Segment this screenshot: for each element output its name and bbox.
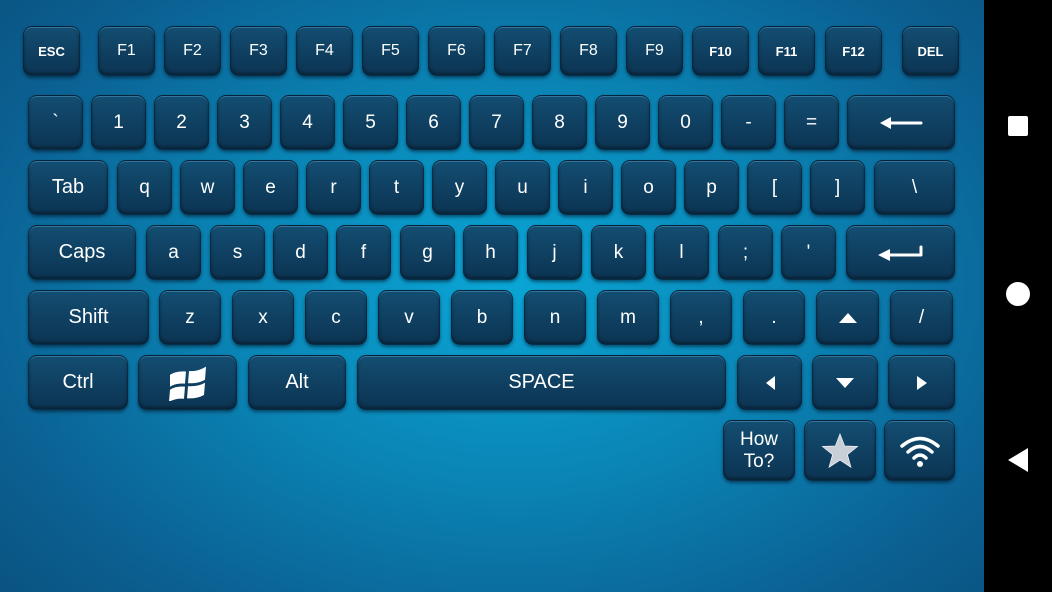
key-right-bracket[interactable]: ] [810,160,865,215]
back-button[interactable] [984,432,1052,492]
key-tab[interactable]: Tab [28,160,108,215]
key-arrow-up[interactable] [816,290,879,345]
key-f[interactable]: f [336,225,391,280]
star-icon [821,432,859,469]
recents-button[interactable] [984,98,1052,158]
key-f11[interactable]: F11 [758,26,815,76]
key-quote[interactable]: ' [781,225,836,280]
key-a[interactable]: a [146,225,201,280]
how-to-button[interactable]: How To? [723,420,795,481]
key-2[interactable]: 2 [154,95,209,150]
key-alt[interactable]: Alt [248,355,346,410]
key-5[interactable]: 5 [343,95,398,150]
key-backtick[interactable]: ` [28,95,83,150]
key-ctrl[interactable]: Ctrl [28,355,128,410]
key-u[interactable]: u [495,160,550,215]
key-f3[interactable]: F3 [230,26,287,76]
key-8[interactable]: 8 [532,95,587,150]
key-x[interactable]: x [232,290,294,345]
key-v[interactable]: v [378,290,440,345]
arrow-up-icon [838,312,858,324]
key-f8[interactable]: F8 [560,26,617,76]
key-0[interactable]: 0 [658,95,713,150]
key-caps[interactable]: Caps [28,225,136,280]
key-6[interactable]: 6 [406,95,461,150]
key-e[interactable]: e [243,160,298,215]
key-space[interactable]: SPACE [357,355,726,410]
key-h[interactable]: h [463,225,518,280]
key-c[interactable]: c [305,290,367,345]
back-triangle-icon [1007,447,1029,478]
arrow-down-icon [835,377,855,389]
key-arrow-right[interactable] [888,355,955,410]
favorites-button[interactable] [804,420,876,481]
windows-logo-icon [168,365,208,401]
key-f4[interactable]: F4 [296,26,353,76]
key-g[interactable]: g [400,225,455,280]
arrow-right-icon [916,375,928,391]
key-w[interactable]: w [180,160,235,215]
home-circle-icon [1005,281,1031,312]
key-f9[interactable]: F9 [626,26,683,76]
wifi-icon [899,434,941,468]
key-b[interactable]: b [451,290,513,345]
key-left-bracket[interactable]: [ [747,160,802,215]
key-y[interactable]: y [432,160,487,215]
key-comma[interactable]: , [670,290,732,345]
key-z[interactable]: z [159,290,221,345]
connection-button[interactable] [884,420,955,481]
home-button[interactable] [984,266,1052,326]
key-arrow-left[interactable] [737,355,802,410]
key-shift[interactable]: Shift [28,290,149,345]
enter-icon [877,244,925,262]
key-f6[interactable]: F6 [428,26,485,76]
key-r[interactable]: r [306,160,361,215]
left-arrow-icon [879,116,923,130]
key-p[interactable]: p [684,160,739,215]
key-arrow-down[interactable] [812,355,878,410]
key-equals[interactable]: = [784,95,839,150]
key-windows[interactable] [138,355,237,410]
key-1[interactable]: 1 [91,95,146,150]
key-9[interactable]: 9 [595,95,650,150]
key-t[interactable]: t [369,160,424,215]
key-j[interactable]: j [527,225,582,280]
key-period[interactable]: . [743,290,805,345]
system-navigation-bar [984,0,1052,592]
key-f7[interactable]: F7 [494,26,551,76]
key-7[interactable]: 7 [469,95,524,150]
key-i[interactable]: i [558,160,613,215]
recents-square-icon [1007,115,1029,142]
key-f2[interactable]: F2 [164,26,221,76]
key-f12[interactable]: F12 [825,26,882,76]
key-backslash[interactable]: \ [874,160,955,215]
key-esc[interactable]: ESC [23,26,80,76]
key-semicolon[interactable]: ; [718,225,773,280]
key-f5[interactable]: F5 [362,26,419,76]
key-del[interactable]: DEL [902,26,959,76]
keyboard-area: ESC F1 F2 F3 F4 F5 F6 F7 F8 F9 F10 F11 F… [0,0,984,592]
key-f1[interactable]: F1 [98,26,155,76]
key-3[interactable]: 3 [217,95,272,150]
key-k[interactable]: k [591,225,646,280]
key-f10[interactable]: F10 [692,26,749,76]
key-o[interactable]: o [621,160,676,215]
key-q[interactable]: q [117,160,172,215]
key-enter[interactable] [846,225,955,280]
key-d[interactable]: d [273,225,328,280]
key-backspace[interactable] [847,95,955,150]
arrow-left-icon [764,375,776,391]
key-slash[interactable]: / [890,290,953,345]
key-n[interactable]: n [524,290,586,345]
key-m[interactable]: m [597,290,659,345]
key-4[interactable]: 4 [280,95,335,150]
key-s[interactable]: s [210,225,265,280]
key-minus[interactable]: - [721,95,776,150]
key-l[interactable]: l [654,225,709,280]
